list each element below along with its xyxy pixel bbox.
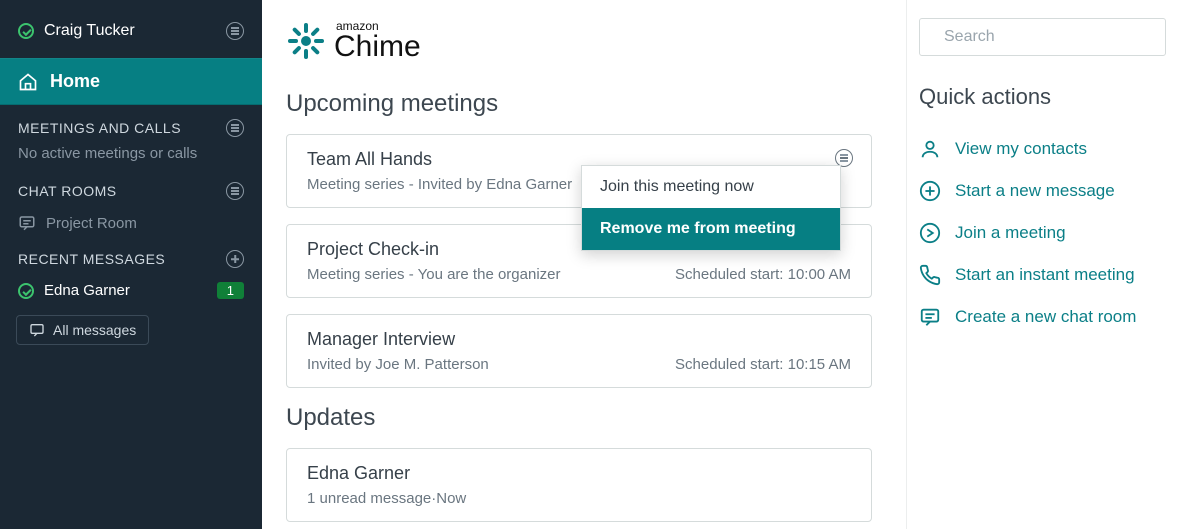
recent-message-name: Edna Garner <box>44 282 130 299</box>
update-card[interactable]: Edna Garner 1 unread message·Now <box>286 448 872 522</box>
app-brand: amazon Chime <box>286 20 872 62</box>
nav-home-label: Home <box>50 71 100 92</box>
updates-title: Updates <box>286 404 872 432</box>
chat-icon <box>18 214 36 232</box>
nav-home[interactable]: Home <box>0 58 262 105</box>
contacts-icon <box>919 138 941 160</box>
user-row: Craig Tucker <box>0 0 262 58</box>
qa-instant-meeting[interactable]: Start an instant meeting <box>919 254 1166 296</box>
chatrooms-menu-icon[interactable] <box>226 182 244 200</box>
all-messages-button[interactable]: All messages <box>16 315 149 345</box>
unread-badge: 1 <box>217 282 244 299</box>
search-input[interactable] <box>942 27 1153 47</box>
recent-message-item[interactable]: Edna Garner 1 <box>0 274 262 307</box>
meeting-sub-left: Invited by Joe M. Patterson <box>307 356 489 373</box>
update-title: Edna Garner <box>307 463 851 484</box>
chatroom-item[interactable]: Project Room <box>0 206 262 240</box>
all-messages-label: All messages <box>53 322 136 338</box>
meeting-sub-right: Scheduled start: 10:15 AM <box>675 356 851 373</box>
section-meetings: MEETINGS AND CALLS No active meetings or… <box>0 105 262 178</box>
meeting-sub-left: Meeting series - Invited by Edna Garner <box>307 176 572 193</box>
section-recent: RECENT MESSAGES <box>0 240 262 274</box>
search-box[interactable] <box>919 18 1166 56</box>
messages-icon <box>29 322 45 338</box>
chat-icon <box>919 306 941 328</box>
chatroom-label: Project Room <box>46 215 137 232</box>
main: amazon Chime Upcoming meetings Team All … <box>262 0 1186 529</box>
phone-icon <box>919 264 941 286</box>
home-icon <box>18 72 38 92</box>
qa-label: Start an instant meeting <box>955 265 1135 285</box>
qa-view-contacts[interactable]: View my contacts <box>919 128 1166 170</box>
scrollbar[interactable] <box>896 0 906 529</box>
meeting-dropdown: Join this meeting now Remove me from mee… <box>581 165 841 251</box>
meeting-card[interactable]: Team All Hands Meeting series - Invited … <box>286 134 872 208</box>
user-menu-icon[interactable] <box>226 22 244 40</box>
qa-label: Create a new chat room <box>955 307 1136 327</box>
qa-join-meeting[interactable]: Join a meeting <box>919 212 1166 254</box>
dropdown-remove[interactable]: Remove me from meeting <box>582 208 840 250</box>
upcoming-title: Upcoming meetings <box>286 90 872 118</box>
meetings-menu-icon[interactable] <box>226 119 244 137</box>
right-column: Quick actions View my contacts Start a n… <box>906 0 1186 529</box>
section-recent-header: RECENT MESSAGES <box>18 251 165 267</box>
section-chatrooms: CHAT ROOMS <box>0 178 262 206</box>
qa-label: Join a meeting <box>955 223 1066 243</box>
qa-label: View my contacts <box>955 139 1087 159</box>
meeting-sub-right: Scheduled start: 10:00 AM <box>675 266 851 283</box>
chime-logo-icon <box>286 21 326 61</box>
qa-label: Start a new message <box>955 181 1115 201</box>
update-sub: 1 unread message·Now <box>307 490 466 507</box>
presence-available-icon <box>18 23 34 39</box>
add-message-icon[interactable] <box>226 250 244 268</box>
sidebar: Craig Tucker Home MEETINGS AND CALLS No … <box>0 0 262 529</box>
section-meetings-sub: No active meetings or calls <box>18 137 244 172</box>
qa-new-message[interactable]: Start a new message <box>919 170 1166 212</box>
qa-new-chatroom[interactable]: Create a new chat room <box>919 296 1166 338</box>
dropdown-join[interactable]: Join this meeting now <box>582 166 840 208</box>
meeting-title: Manager Interview <box>307 329 851 350</box>
plus-circle-icon <box>919 180 941 202</box>
arrow-circle-icon <box>919 222 941 244</box>
content-column: amazon Chime Upcoming meetings Team All … <box>262 0 896 529</box>
quick-actions-title: Quick actions <box>919 84 1166 110</box>
brand-title: Chime <box>334 32 421 62</box>
section-chatrooms-header: CHAT ROOMS <box>18 183 117 199</box>
presence-available-icon <box>18 283 34 299</box>
meeting-card[interactable]: Manager Interview Invited by Joe M. Patt… <box>286 314 872 388</box>
current-user-name: Craig Tucker <box>44 22 135 40</box>
section-meetings-header: MEETINGS AND CALLS <box>18 120 181 136</box>
meeting-sub-left: Meeting series - You are the organizer <box>307 266 560 283</box>
